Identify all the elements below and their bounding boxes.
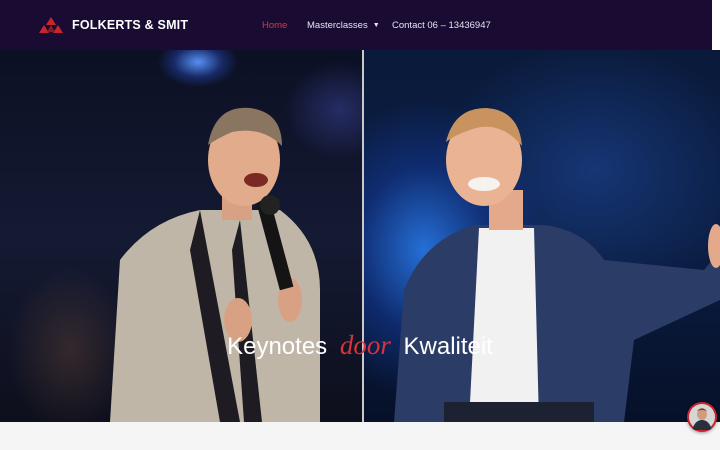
nav-item-masterclasses-label: Masterclasses xyxy=(307,19,368,31)
speaker-photo-right xyxy=(364,50,720,422)
three-triangles-logo-icon xyxy=(39,17,63,33)
brand-logo[interactable]: FOLKERTS & SMIT xyxy=(36,14,188,36)
hero-title-accent: door xyxy=(339,330,391,360)
hero-banner: Keynotes door Kwaliteit xyxy=(0,50,720,422)
nav-item-home[interactable]: Home xyxy=(262,0,287,50)
hero-title-before: Keynotes xyxy=(227,333,328,360)
speaker-photo-left xyxy=(0,50,362,422)
nav-item-contact[interactable]: Contact 06 – 13436947 xyxy=(392,0,491,50)
caret-down-icon: ▼ xyxy=(372,21,380,29)
nav-item-masterclasses[interactable]: Masterclasses ▼ xyxy=(307,0,380,50)
speaker-right-figure xyxy=(394,108,720,422)
site-header: FOLKERTS & SMIT Home Masterclasses ▼ Con… xyxy=(0,0,712,50)
scrollbar-track[interactable] xyxy=(712,0,720,50)
brand-name: FOLKERTS & SMIT xyxy=(72,18,189,32)
chat-avatar-button[interactable] xyxy=(687,402,717,432)
hero-title: Keynotes door Kwaliteit xyxy=(0,330,720,361)
speaker-left-figure xyxy=(110,107,320,422)
content-section xyxy=(0,422,720,450)
hero-title-after: Kwaliteit xyxy=(403,333,493,360)
chat-avatar-icon xyxy=(689,404,715,430)
